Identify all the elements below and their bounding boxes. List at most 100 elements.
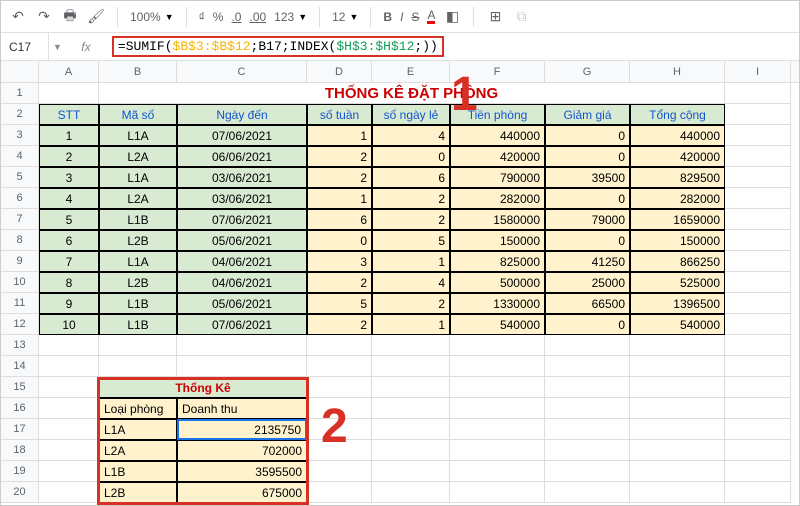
col-header[interactable]: H [630,61,725,82]
cell[interactable] [725,272,791,293]
cell[interactable]: Thống Kê [99,377,307,398]
cell[interactable] [725,146,791,167]
cell[interactable] [725,104,791,125]
cell[interactable]: 41250 [545,251,630,272]
row-header[interactable]: 16 [1,398,39,419]
col-header[interactable]: G [545,61,630,82]
cell[interactable]: Mã số [99,104,177,125]
cell[interactable] [307,461,372,482]
cell[interactable]: 0 [545,125,630,146]
spreadsheet-grid[interactable]: A B C D E F G H I 1THỐNG KÊ ĐẶT PHÒNG2ST… [1,61,799,503]
cell[interactable] [630,335,725,356]
cell[interactable] [39,419,99,440]
cell[interactable] [450,377,545,398]
cell[interactable]: 790000 [450,167,545,188]
cell[interactable]: 702000 [177,440,307,461]
font-size-select[interactable]: 12▼ [332,10,358,24]
cell[interactable]: 1396500 [630,293,725,314]
cell[interactable] [725,230,791,251]
increase-decimal-button[interactable]: .00 [249,10,266,24]
cell[interactable]: 2 [307,272,372,293]
cell[interactable] [99,335,177,356]
cell[interactable]: 829500 [630,167,725,188]
cell[interactable]: 2 [307,146,372,167]
cell[interactable]: 420000 [630,146,725,167]
col-header[interactable]: E [372,61,450,82]
cell[interactable] [307,356,372,377]
cell[interactable]: 540000 [450,314,545,335]
cell[interactable]: 2 [372,293,450,314]
cell[interactable]: L2B [99,230,177,251]
cell[interactable]: Tổng cộng [630,104,725,125]
undo-icon[interactable]: ↶ [9,8,27,26]
cell[interactable] [307,377,372,398]
cell[interactable]: 4 [39,188,99,209]
cell[interactable]: 5 [39,209,99,230]
cell[interactable]: L2B [99,482,177,503]
row-header[interactable]: 18 [1,440,39,461]
cell[interactable]: 25000 [545,272,630,293]
cell[interactable] [725,461,791,482]
cell[interactable]: 150000 [630,230,725,251]
cell[interactable]: số tuần [307,104,372,125]
cell[interactable] [307,335,372,356]
cell[interactable]: 500000 [450,272,545,293]
cell[interactable]: 1 [372,251,450,272]
cell[interactable] [725,167,791,188]
cell[interactable] [725,440,791,461]
row-header[interactable]: 14 [1,356,39,377]
col-header[interactable]: A [39,61,99,82]
cell[interactable]: L1A [99,251,177,272]
row-header[interactable]: 7 [1,209,39,230]
cell[interactable]: 440000 [630,125,725,146]
borders-icon[interactable]: ⊞ [486,8,504,26]
cell[interactable] [725,209,791,230]
zoom-select[interactable]: 100%▼ [130,10,174,24]
cell[interactable]: số ngày lẻ [372,104,450,125]
cell[interactable] [725,251,791,272]
cell[interactable] [39,83,99,104]
cell[interactable]: 06/06/2021 [177,146,307,167]
cell[interactable]: STT [39,104,99,125]
cell[interactable] [99,356,177,377]
cell[interactable] [372,461,450,482]
cell[interactable] [725,377,791,398]
cell[interactable] [545,461,630,482]
col-header[interactable]: I [725,61,791,82]
cell[interactable] [725,293,791,314]
cell[interactable]: 1 [372,314,450,335]
format-select[interactable]: 123▼ [274,10,307,24]
row-header[interactable]: 5 [1,167,39,188]
cell[interactable]: L1A [99,125,177,146]
cell[interactable]: 3 [39,167,99,188]
print-icon[interactable]: 🖶 [61,8,79,26]
cell[interactable]: 05/06/2021 [177,230,307,251]
cell[interactable]: 0 [307,230,372,251]
cell[interactable] [307,440,372,461]
cell[interactable] [177,356,307,377]
cell[interactable] [39,377,99,398]
cell[interactable]: 0 [545,230,630,251]
cell[interactable]: 6 [39,230,99,251]
cell[interactable] [450,419,545,440]
cell[interactable]: 5 [307,293,372,314]
cell[interactable] [630,377,725,398]
cell[interactable]: 1 [39,125,99,146]
cell[interactable]: 6 [372,167,450,188]
cell[interactable]: 03/06/2021 [177,167,307,188]
cell[interactable] [630,419,725,440]
row-header[interactable]: 11 [1,293,39,314]
cell[interactable] [630,461,725,482]
row-header[interactable]: 17 [1,419,39,440]
cell[interactable]: 2135750 [177,419,307,440]
row-header[interactable]: 1 [1,83,39,104]
cell[interactable] [630,440,725,461]
cell[interactable]: L1B [99,293,177,314]
cell[interactable]: 282000 [630,188,725,209]
col-header[interactable]: C [177,61,307,82]
row-header[interactable]: 12 [1,314,39,335]
col-header[interactable]: F [450,61,545,82]
cell[interactable]: 1659000 [630,209,725,230]
cell[interactable]: THỐNG KÊ ĐẶT PHÒNG [99,83,725,104]
cell[interactable]: 2 [307,314,372,335]
